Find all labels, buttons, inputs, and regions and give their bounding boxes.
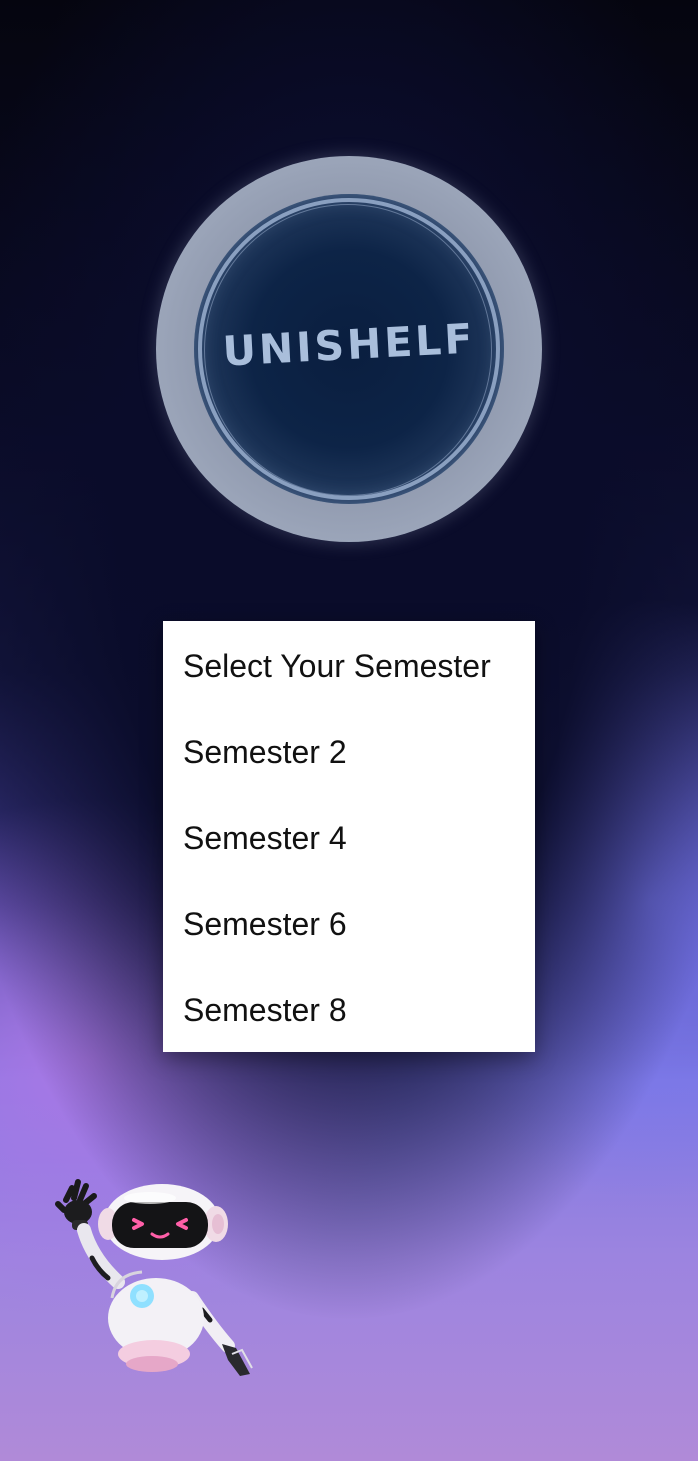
menu-item-select-your-semester[interactable]: Select Your Semester — [183, 646, 491, 686]
app-logo: UNISHELF — [156, 156, 542, 542]
robot-hand — [55, 1179, 97, 1230]
logo-badge: UNISHELF — [194, 194, 504, 504]
menu-item-semester-6[interactable]: Semester 6 — [183, 904, 347, 944]
semester-dropdown-menu: Select Your Semester Semester 2 Semester… — [163, 621, 535, 1052]
menu-item-semester-4[interactable]: Semester 4 — [183, 818, 347, 858]
menu-item-semester-8[interactable]: Semester 8 — [183, 990, 347, 1030]
waving-robot-icon — [55, 1179, 253, 1376]
menu-item-semester-2[interactable]: Semester 2 — [183, 732, 347, 772]
